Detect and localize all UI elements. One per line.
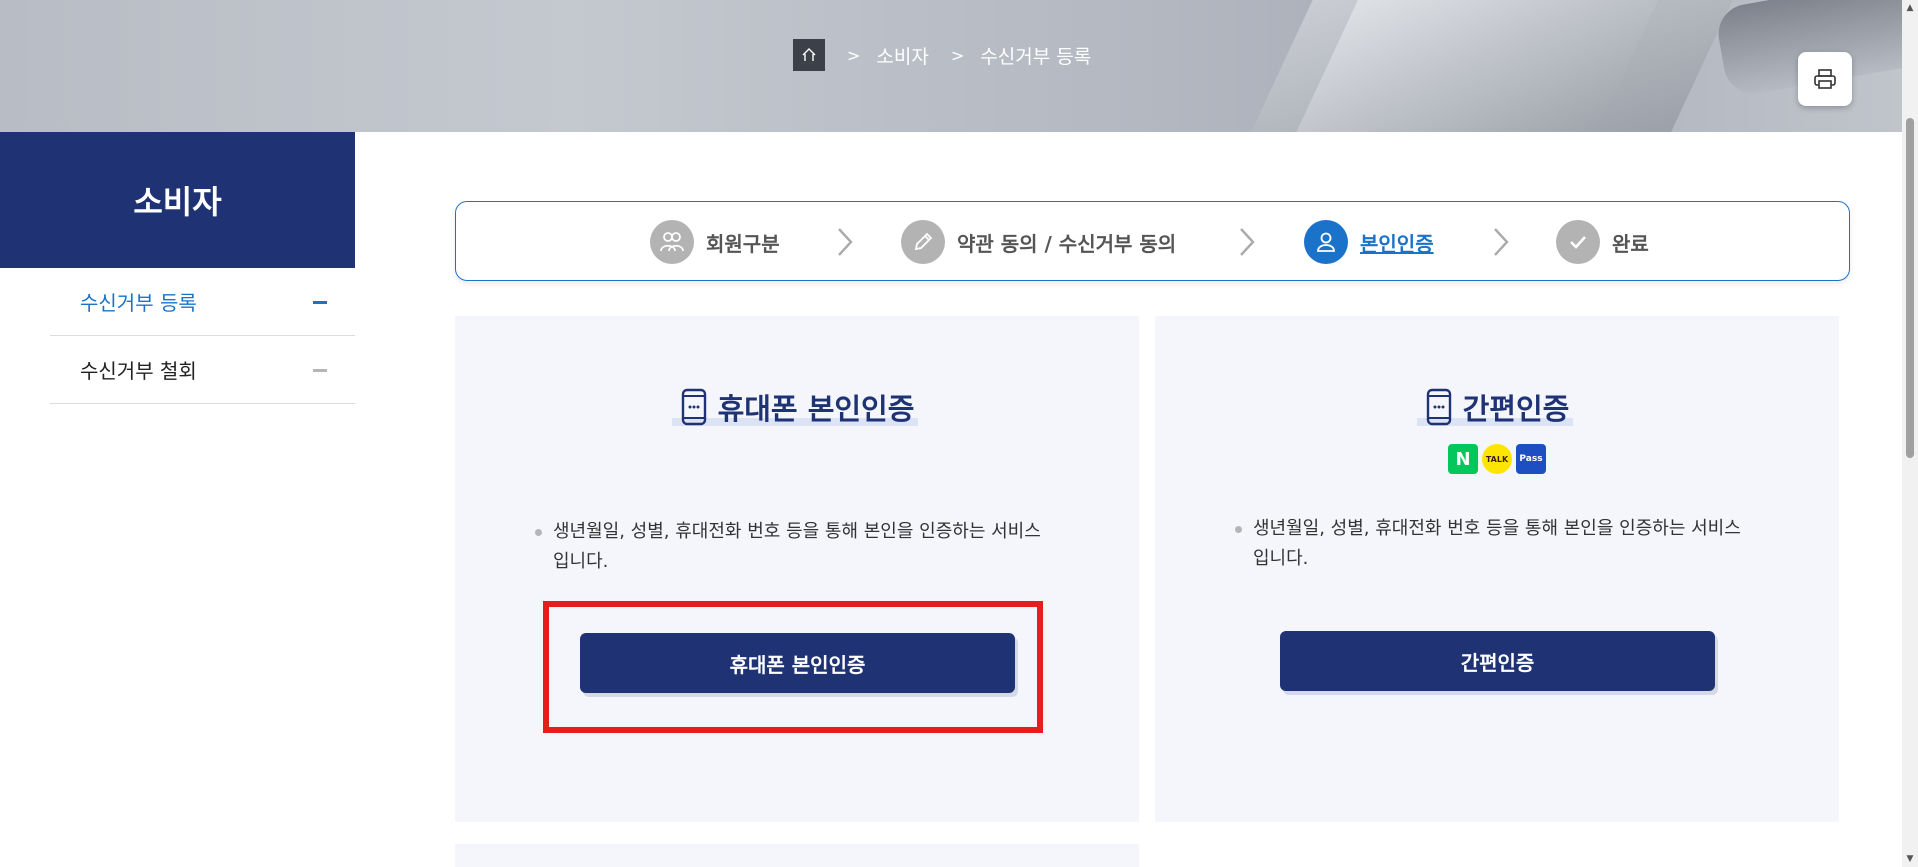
sidebar-title-text: 소비자 [133,183,222,221]
sidebar-item-label: 수신거부 등록 [80,291,197,315]
card-description: 생년월일, 성별, 휴대전화 번호 등을 통해 본인을 인증하는 서비스입니다. [535,517,1055,577]
person-icon [1304,220,1348,264]
members-icon [650,220,694,264]
smartphone-icon [1426,388,1451,426]
sidebar-item-label: 수신거부 철회 [80,359,197,383]
step-identity-verify: 본인인증 [1304,220,1434,264]
pencil-icon [901,220,945,264]
vertical-scrollbar[interactable]: ▲ ▼ [1902,0,1918,867]
next-card-partial [455,844,1139,867]
step-label: 본인인증 [1360,231,1434,256]
step-member-type: 회원구분 [650,220,780,264]
step-terms-agree: 약관 동의 / 수신거부 동의 [901,220,1176,264]
pass-logo-icon: Pass [1516,444,1546,474]
home-icon[interactable] [793,39,825,71]
phone-verification-card: 휴대폰 본인인증 생년월일, 성별, 휴대전화 번호 등을 통해 본인을 인증하… [455,316,1139,822]
simple-auth-button[interactable]: 간편인증 [1280,631,1715,691]
page: > 소비자 > 수신거부 등록 소비자 수신거부 등록 수신거부 철회 회원구분… [0,0,1918,867]
minus-icon [313,301,327,304]
chevron-right-icon [838,228,853,256]
card-title: 휴대폰 본인인증 [455,386,1139,428]
breadcrumb: > 소비자 > 수신거부 등록 [793,39,1091,71]
step-label: 약관 동의 / 수신거부 동의 [957,231,1177,256]
scrollbar-thumb[interactable] [1906,118,1914,458]
chevron-right-icon [1494,228,1509,256]
print-button[interactable] [1798,52,1852,106]
check-icon [1556,220,1600,264]
scroll-up-arrow-icon[interactable]: ▲ [1902,0,1918,16]
sidebar-title: 소비자 [0,132,355,268]
hero-banner: > 소비자 > 수신거부 등록 [0,0,1902,132]
breadcrumb-item[interactable]: 수신거부 등록 [980,42,1091,69]
print-icon [1814,69,1836,89]
card-description: 생년월일, 성별, 휴대전화 번호 등을 통해 본인을 인증하는 서비스입니다. [1235,514,1755,574]
sidebar-item-withdraw[interactable]: 수신거부 철회 [50,336,355,404]
highlight-box [543,601,1043,733]
smartphone-icon [681,388,706,426]
card-title: 간편인증 [1155,386,1839,428]
breadcrumb-separator-icon: > [847,45,861,65]
breadcrumb-separator-icon: > [950,45,965,65]
step-complete: 완료 [1556,220,1649,264]
step-label: 완료 [1612,231,1649,256]
sidebar-item-register[interactable]: 수신거부 등록 [50,268,355,336]
step-label: 회원구분 [706,231,780,256]
progress-stepper: 회원구분 약관 동의 / 수신거부 동의 본인인증 완료 [455,201,1850,281]
scroll-down-arrow-icon[interactable]: ▼ [1902,851,1918,867]
card-title-text: 간편인증 [1416,386,1574,428]
auth-provider-logos: N TALK Pass [1155,444,1839,474]
minus-icon [313,369,327,372]
chevron-right-icon [1240,228,1255,256]
kakaotalk-logo-icon: TALK [1482,444,1512,474]
card-title-text: 휴대폰 본인인증 [671,386,919,428]
breadcrumb-item[interactable]: 소비자 [876,42,928,69]
simple-auth-card: 간편인증 N TALK Pass 생년월일, 성별, 휴대전화 번호 등을 통해… [1155,316,1839,822]
naver-logo-icon: N [1448,444,1478,474]
